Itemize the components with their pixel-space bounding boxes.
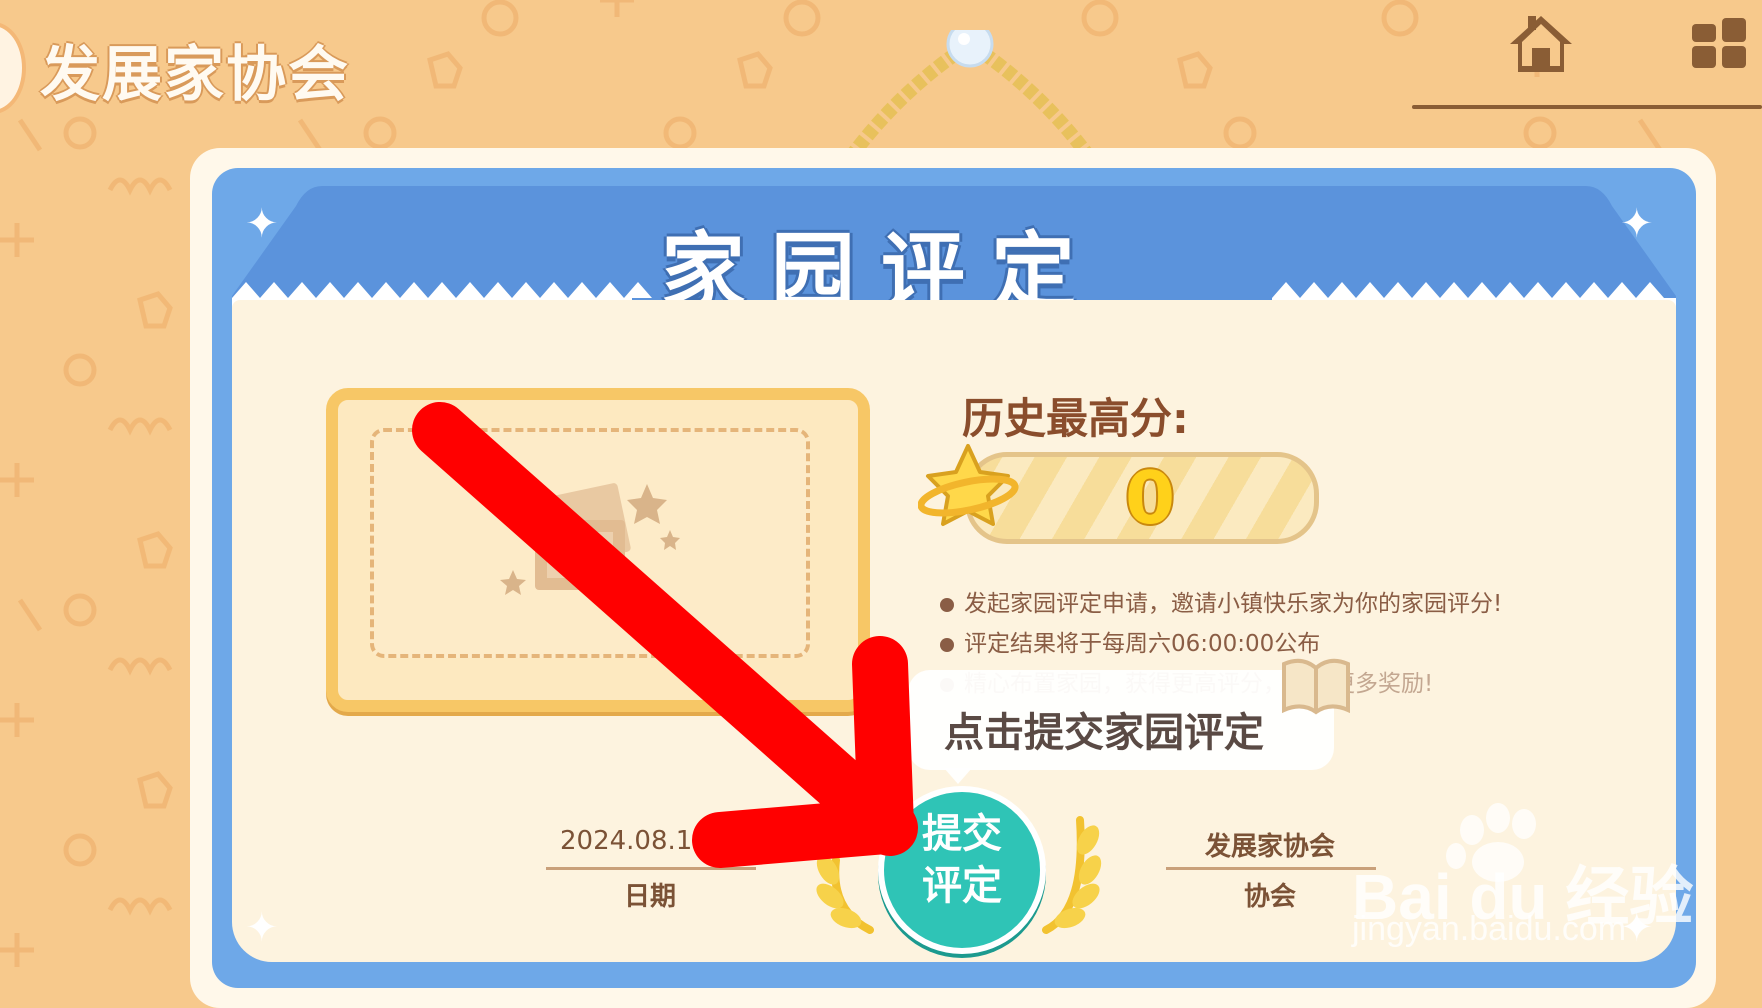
photo-placeholder-icon (500, 483, 680, 595)
tooltip-tail (944, 768, 972, 784)
date-value: 2024.08.1 (560, 826, 693, 856)
association-value: 发展家协会 (1204, 832, 1335, 862)
bullet-icon (940, 637, 954, 652)
book-icon (1282, 658, 1350, 715)
association-underline (1166, 867, 1376, 870)
home-button[interactable] (1506, 12, 1576, 76)
submit-rating-label: 提交 评定 (922, 811, 1002, 909)
menu-grid-button[interactable] (1690, 16, 1750, 72)
laurel-right-icon (1042, 816, 1102, 934)
hanging-rope (844, 30, 1096, 160)
watermark-url: jingyan.baidu.com (1352, 910, 1627, 948)
highest-score-value: 0 (1124, 456, 1176, 540)
date-label: 日期 (623, 882, 676, 912)
hint-tooltip-text: 点击提交家园评定 (944, 710, 1264, 756)
sparkle-icon: ✦ (1620, 201, 1654, 247)
header-divider (1412, 105, 1762, 109)
rule-item: 发起家园评定申请，邀请小镇快乐家为你的家园评分! (940, 584, 1502, 618)
rule-item: 评定结果将于每周六06:00:00公布 (940, 624, 1320, 658)
association-label: 协会 (1243, 882, 1296, 912)
page-title: 发展家协会 (40, 40, 350, 110)
sparkle-icon: ✦ (245, 905, 279, 951)
bullet-icon (940, 597, 954, 612)
home-icon (1510, 16, 1572, 72)
sparkle-icon: ✦ (245, 201, 279, 247)
highest-score-label: 历史最高分: (962, 394, 1189, 443)
date-underline (546, 867, 756, 870)
grid-icon (1692, 18, 1746, 68)
laurel-left-icon (816, 855, 874, 934)
star-icon (918, 444, 1019, 526)
